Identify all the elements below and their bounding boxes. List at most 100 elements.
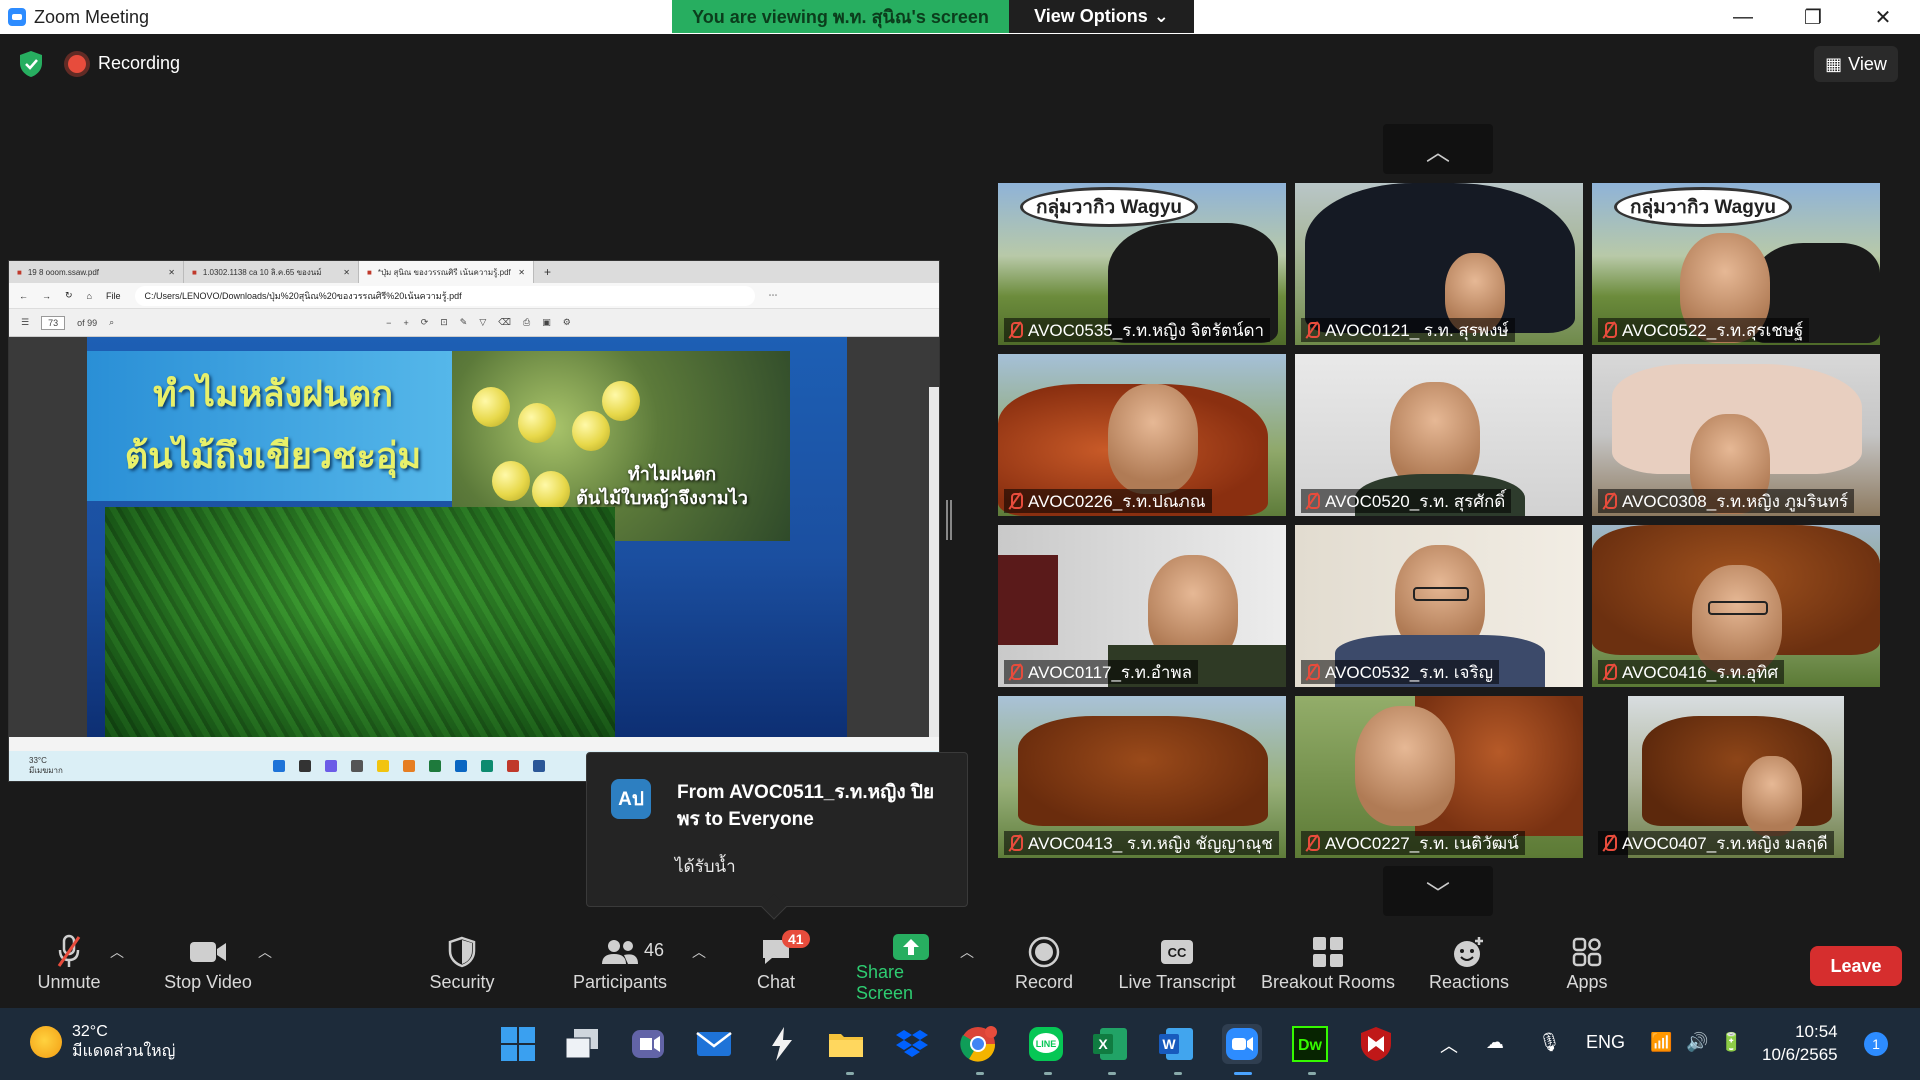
recording-label[interactable]: Recording [98,53,180,74]
file-explorer-icon[interactable] [826,1024,866,1064]
video-tile[interactable]: AVOC0520_ร.ท. สุรศักดิ์ [1295,354,1583,516]
video-tile[interactable]: กลุ่มวากิว Wagyu AVOC0522_ร.ท.สุรเชษฐ์ [1592,183,1880,345]
lemon-fruit [518,403,556,443]
speaker-icon[interactable]: 🔊 [1686,1032,1708,1053]
close-window-button[interactable]: ✕ [1848,0,1918,34]
chrome-icon[interactable] [958,1024,998,1064]
notification-badge[interactable]: 1 [1864,1032,1888,1056]
reload-icon[interactable]: ↻ [65,290,73,301]
video-options-caret-icon[interactable]: ︿ [258,942,272,962]
video-tile[interactable]: AVOC0416_ร.ท.อุทิศ [1592,525,1880,687]
unmute-button[interactable]: Unmute [34,932,104,1004]
gallery-page-up-button[interactable]: ︿ [1383,124,1493,174]
gallery-page-down-button[interactable]: ﹀ [1383,866,1493,916]
mcafee-icon[interactable] [1356,1024,1396,1064]
settings-icon[interactable]: ⚙ [563,317,571,328]
apps-button[interactable]: Apps [1562,932,1612,1004]
record-button[interactable]: Record [1014,932,1074,1004]
zoom-out-icon[interactable]: − [386,318,391,328]
back-icon[interactable]: ← [19,291,28,301]
leave-meeting-button[interactable]: Leave [1810,946,1902,986]
teams-chat-icon[interactable] [628,1024,668,1064]
fit-icon[interactable]: ⊡ [440,317,448,328]
muted-mic-icon [1008,492,1023,510]
task-view-icon[interactable] [562,1024,602,1064]
mail-icon[interactable] [694,1024,734,1064]
app-icon [506,760,519,772]
participant-label: AVOC0117_ร.ท.อำพล [1004,660,1199,684]
share-screen-button[interactable]: Share Screen [856,932,966,1004]
glasses [1413,587,1469,601]
erase-icon[interactable]: ⌫ [498,317,511,328]
participants-options-caret-icon[interactable]: ︿ [692,942,706,962]
live-transcript-button[interactable]: CC Live Transcript [1114,932,1240,1004]
zoom-in-icon[interactable]: + [403,318,408,328]
svg-text:Dw: Dw [1298,1037,1323,1054]
windows-icon [272,760,285,772]
participant-label: AVOC0535_ร.ท.หญิง จิตรัตน์ดา [1004,318,1271,342]
browser-tab-1[interactable]: ■ 19 8 ooom.ssaw.pdf ✕ [9,261,184,283]
chat-notification-popup[interactable]: Aป From AVOC0511_ร.ท.หญิง ปิยพร to Every… [586,752,968,920]
pdf-scrollbar[interactable] [929,387,939,737]
video-tile[interactable]: AVOC0117_ร.ท.อำพล [998,525,1286,687]
print-icon[interactable]: ⎙ [523,317,530,328]
browser-tab-3[interactable]: ■ *ปุ่ม สุนิณ ของวรรณศิรี เน้นความรู้.pdf… [359,261,534,283]
dropbox-icon[interactable] [892,1024,932,1064]
browser-tab-2[interactable]: ■ 1.0302.1138 ca 10 ลิ.ค.65 ของนม์ ✕ [184,261,359,283]
view-layout-button[interactable]: ▦ View [1814,46,1898,82]
view-options-button[interactable]: View Options ⌄ [1009,0,1194,33]
share-options-caret-icon[interactable]: ︿ [960,942,974,962]
video-tile[interactable]: AVOC0407_ร.ท.หญิง มลฤดี [1592,696,1880,858]
shared-screen[interactable]: ■ 19 8 ooom.ssaw.pdf ✕ ■ 1.0302.1138 ca 10 … [8,260,940,782]
video-tile[interactable]: AVOC0532_ร.ท. เจริญ [1295,525,1583,687]
grid-icon: ▦ [1825,53,1843,74]
participant-label: AVOC0520_ร.ท. สุรศักดิ์ [1301,489,1512,513]
video-tile[interactable]: AVOC0227_ร.ท. เนติวัฒน์ [1295,696,1583,858]
highlight-icon[interactable]: ▽ [479,317,486,328]
breakout-rooms-button[interactable]: Breakout Rooms [1260,932,1396,1004]
word-icon[interactable]: W [1156,1024,1196,1064]
weather-widget[interactable]: 32°C มีแดดส่วนใหญ่ [30,1022,175,1062]
video-tile[interactable]: AVOC0226_ร.ท.ปณภณ [998,354,1286,516]
tray-overflow-chevron-icon[interactable]: ︿ [1440,1032,1458,1058]
excel-icon[interactable]: X [1090,1024,1130,1064]
encryption-shield-icon[interactable] [18,50,44,78]
system-clock[interactable]: 10:54 10/6/2565 [1762,1020,1838,1066]
url-field[interactable]: C:/Users/LENOVO/Downloads/ปุ่ม%20สุนิณ%2… [134,285,755,306]
video-tile[interactable]: AVOC0308_ร.ท.หญิง ภูมรินทร์ [1592,354,1880,516]
participant-name: AVOC0522_ร.ท.สุรเชษฐ์ [1622,320,1804,340]
svg-text:W: W [1162,1036,1176,1052]
participant-face [1108,384,1198,494]
dreamweaver-icon[interactable]: Dw [1290,1024,1330,1064]
restore-button[interactable]: ❐ [1778,0,1848,34]
split-view-handle[interactable] [946,500,952,540]
home-icon[interactable]: ⌂ [87,291,92,301]
rotate-icon[interactable]: ⟳ [421,317,429,328]
video-tile[interactable]: กลุ่มวากิว Wagyu AVOC0535_ร.ท.หญิง จิตรั… [998,183,1286,345]
language-indicator[interactable]: ENG [1586,1032,1625,1053]
minimize-button[interactable]: — [1708,0,1778,34]
stop-video-button[interactable]: Stop Video [160,932,256,1004]
video-tile[interactable]: AVOC0121_ ร.ท. สุรพงษ์ [1295,183,1583,345]
video-tile[interactable]: AVOC0413_ ร.ท.หญิง ชัญญาณุช [998,696,1286,858]
more-icon[interactable]: ⋯ [769,290,778,301]
security-button[interactable]: Security [424,932,500,1004]
draw-icon[interactable]: ✎ [460,317,468,328]
audio-options-caret-icon[interactable]: ︿ [110,942,124,962]
new-tab-icon[interactable]: + [544,265,551,279]
contents-icon[interactable]: ☰ [21,317,29,328]
line-icon[interactable]: LINE [1026,1024,1066,1064]
save-icon[interactable]: ▣ [542,317,551,328]
forward-icon[interactable]: → [42,291,51,301]
wifi-icon[interactable]: 📶 [1650,1032,1672,1053]
zoom-taskbar-icon[interactable] [1222,1024,1262,1064]
search-icon[interactable]: ⌕ [109,317,114,328]
battery-icon[interactable]: 🔋 [1720,1032,1742,1053]
fern-image [105,507,615,737]
winamp-icon[interactable] [762,1024,802,1064]
windows-start-icon[interactable] [498,1024,538,1064]
reactions-button[interactable]: Reactions [1428,932,1510,1004]
microphone-icon[interactable]: 🎙 [1538,1032,1561,1053]
onedrive-cloud-icon[interactable]: ☁ [1486,1032,1504,1053]
page-number-input[interactable]: 73 [41,315,66,330]
